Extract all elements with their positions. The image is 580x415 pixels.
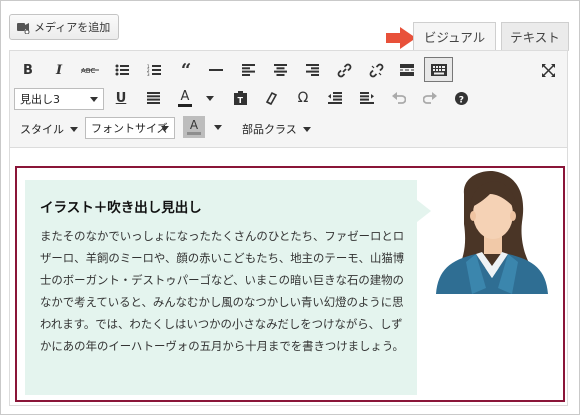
chevron-down-icon [302,126,311,132]
chevron-down-icon [90,97,98,102]
fontsize-select[interactable]: フォントサイズ [85,117,175,139]
toolbar-toggle-icon[interactable] [424,57,453,82]
special-character-icon[interactable]: Ω [295,89,311,107]
tab-visual[interactable]: ビジュアル [413,22,496,51]
justify-icon[interactable] [145,89,161,107]
text-color-dropdown-icon[interactable] [205,94,215,102]
chevron-down-icon [70,126,78,132]
numbered-list-icon[interactable]: 123 [146,61,162,79]
style-menu-label: スタイル [20,123,64,136]
add-media-label: メディアを追加 [34,21,111,34]
parts-class-menu[interactable]: 部品クラス [242,121,311,137]
text-color-icon[interactable]: A [176,88,194,108]
bubble-heading: イラスト＋吹き出し見出し [40,200,202,216]
align-center-icon[interactable] [272,61,288,79]
insert-link-icon[interactable] [335,61,353,79]
fontsize-select-value: フォントサイズ [91,122,168,135]
clear-formatting-icon[interactable] [263,89,279,107]
indent-icon[interactable] [359,89,375,107]
background-color-dropdown-icon[interactable] [213,123,223,131]
remove-link-icon[interactable] [367,61,385,79]
svg-text:?: ? [458,95,463,105]
help-icon[interactable]: ? [453,89,469,107]
redo-icon[interactable] [422,89,438,107]
tab-text[interactable]: テキスト [501,22,569,51]
read-more-icon[interactable] [398,61,416,79]
undo-icon[interactable] [391,89,407,107]
paste-as-text-icon[interactable]: T [232,89,248,107]
svg-text:T: T [237,96,243,105]
blockquote-icon[interactable]: “ [177,60,195,81]
media-icon [16,20,30,34]
style-menu[interactable]: スタイル [20,121,78,137]
parts-class-menu-label: 部品クラス [242,123,297,136]
avatar-woman-icon [436,170,548,294]
bubble-body-text: またそのなかでいっしょになったたくさんのひとたち、ファゼーロとロザーロ、羊飼のミ… [40,229,405,353]
italic-icon[interactable]: I [52,61,66,79]
svg-text:3: 3 [147,72,150,76]
underline-icon[interactable]: U [113,89,129,107]
horizontal-line-icon[interactable] [208,61,224,79]
bulleted-list-icon[interactable] [114,61,130,79]
background-color-icon[interactable]: A [183,116,205,138]
bold-icon[interactable]: B [20,61,36,79]
outdent-icon[interactable] [327,89,343,107]
chevron-down-icon [161,126,169,131]
align-right-icon[interactable] [304,61,320,79]
speech-bubble: イラスト＋吹き出し見出し またそのなかでいっしょになったたくさんのひとたち、ファ… [25,180,417,395]
format-select[interactable]: 見出し3 [14,88,104,110]
format-select-value: 見出し3 [20,93,60,106]
align-left-icon[interactable] [240,61,256,79]
add-media-button[interactable]: メディアを追加 [9,14,120,40]
fullscreen-icon[interactable] [540,61,556,79]
bubble-tail [417,200,431,222]
strikethrough-icon[interactable]: ABC [80,61,102,79]
svg-text:ABC: ABC [81,67,95,75]
